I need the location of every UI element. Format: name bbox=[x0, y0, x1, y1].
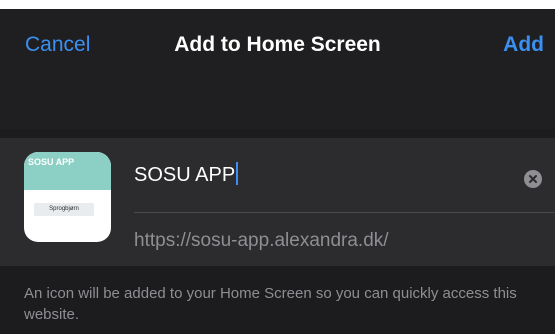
app-icon-pill-label: Sprogbjørn bbox=[34, 203, 94, 216]
add-to-home-screen-sheet: Cancel Add to Home Screen Add SOSU APP S… bbox=[0, 9, 555, 334]
app-icon-preview: SOSU APP Sprogbjørn bbox=[24, 152, 111, 242]
navigation-bar: Cancel Add to Home Screen Add bbox=[0, 9, 555, 129]
app-icon-header-label: SOSU APP bbox=[28, 157, 75, 167]
name-input-value: SOSU APP bbox=[134, 164, 236, 186]
clear-icon[interactable] bbox=[524, 170, 542, 188]
field-divider bbox=[134, 212, 555, 213]
footer-description: An icon will be added to your Home Scree… bbox=[24, 285, 517, 323]
top-strip bbox=[0, 0, 555, 9]
name-input[interactable]: SOSU APP bbox=[134, 162, 239, 187]
bookmark-card: SOSU APP Sprogbjørn SOSU APP https://sos… bbox=[0, 138, 555, 266]
text-caret bbox=[236, 162, 239, 185]
add-button[interactable]: Add bbox=[503, 33, 544, 57]
page-title: Add to Home Screen bbox=[174, 33, 381, 56]
url-label: https://sosu-app.alexandra.dk/ bbox=[134, 230, 389, 251]
